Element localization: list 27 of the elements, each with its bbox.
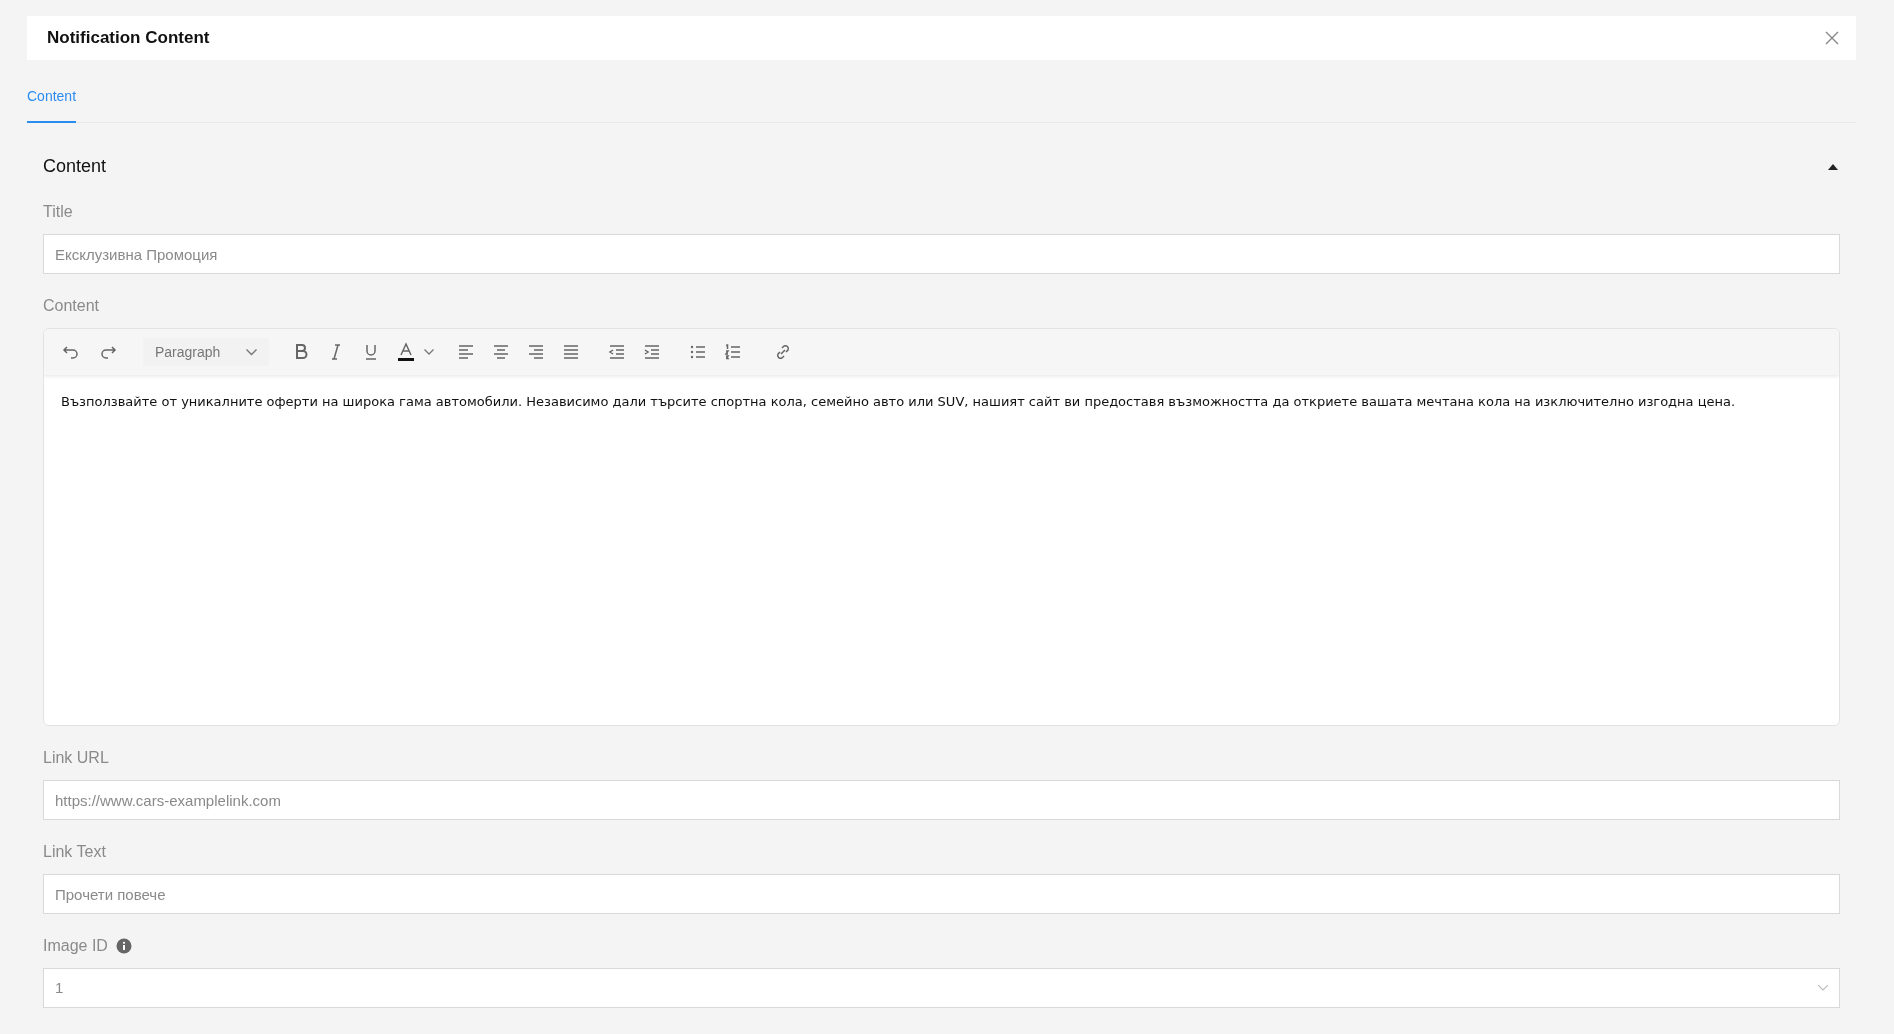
editor-text[interactable]: Възползвайте от уникалните оферти на широка гама автомобили. Независимо дали търсите спортна кола, семейно авто или SUV, нашият сайт ви предоставя възможността да откриете вашата мечтана кола на изключително изгодна цена. <box>61 391 1822 413</box>
block-format-dropdown[interactable]: Paragraph <box>143 338 269 366</box>
field-label: Title <box>43 202 73 222</box>
dialog-title: Notification Content <box>47 27 210 50</box>
input-field[interactable]: https://www.cars-examplelink.com <box>43 780 1840 820</box>
input-field[interactable]: Прочети повече <box>43 874 1840 914</box>
numbered-list-icon[interactable] <box>723 342 743 362</box>
field-label: Link URL <box>43 748 109 768</box>
align-center-icon[interactable] <box>491 342 511 362</box>
chevron-down-icon <box>424 349 434 355</box>
align-left-icon[interactable] <box>456 342 476 362</box>
justify-icon[interactable] <box>561 342 581 362</box>
info-icon[interactable] <box>115 938 132 954</box>
collapse-toggle[interactable] <box>1828 162 1840 171</box>
field-label: Link Text <box>43 842 106 862</box>
section-title: Content <box>43 155 107 178</box>
field-label: Image ID <box>43 936 108 956</box>
select-field[interactable]: 1 <box>43 968 1840 1008</box>
tab[interactable]: Content <box>27 86 77 123</box>
field-label: Content <box>43 296 100 316</box>
chevron-down-icon <box>1818 985 1828 991</box>
input-field[interactable]: Ексклузивна Промоция <box>43 234 1840 274</box>
align-right-icon[interactable] <box>526 342 546 362</box>
text-color-icon <box>396 342 416 362</box>
chevron-down-icon <box>246 348 257 356</box>
outdent-icon[interactable] <box>607 342 627 362</box>
indent-icon[interactable] <box>642 342 662 362</box>
